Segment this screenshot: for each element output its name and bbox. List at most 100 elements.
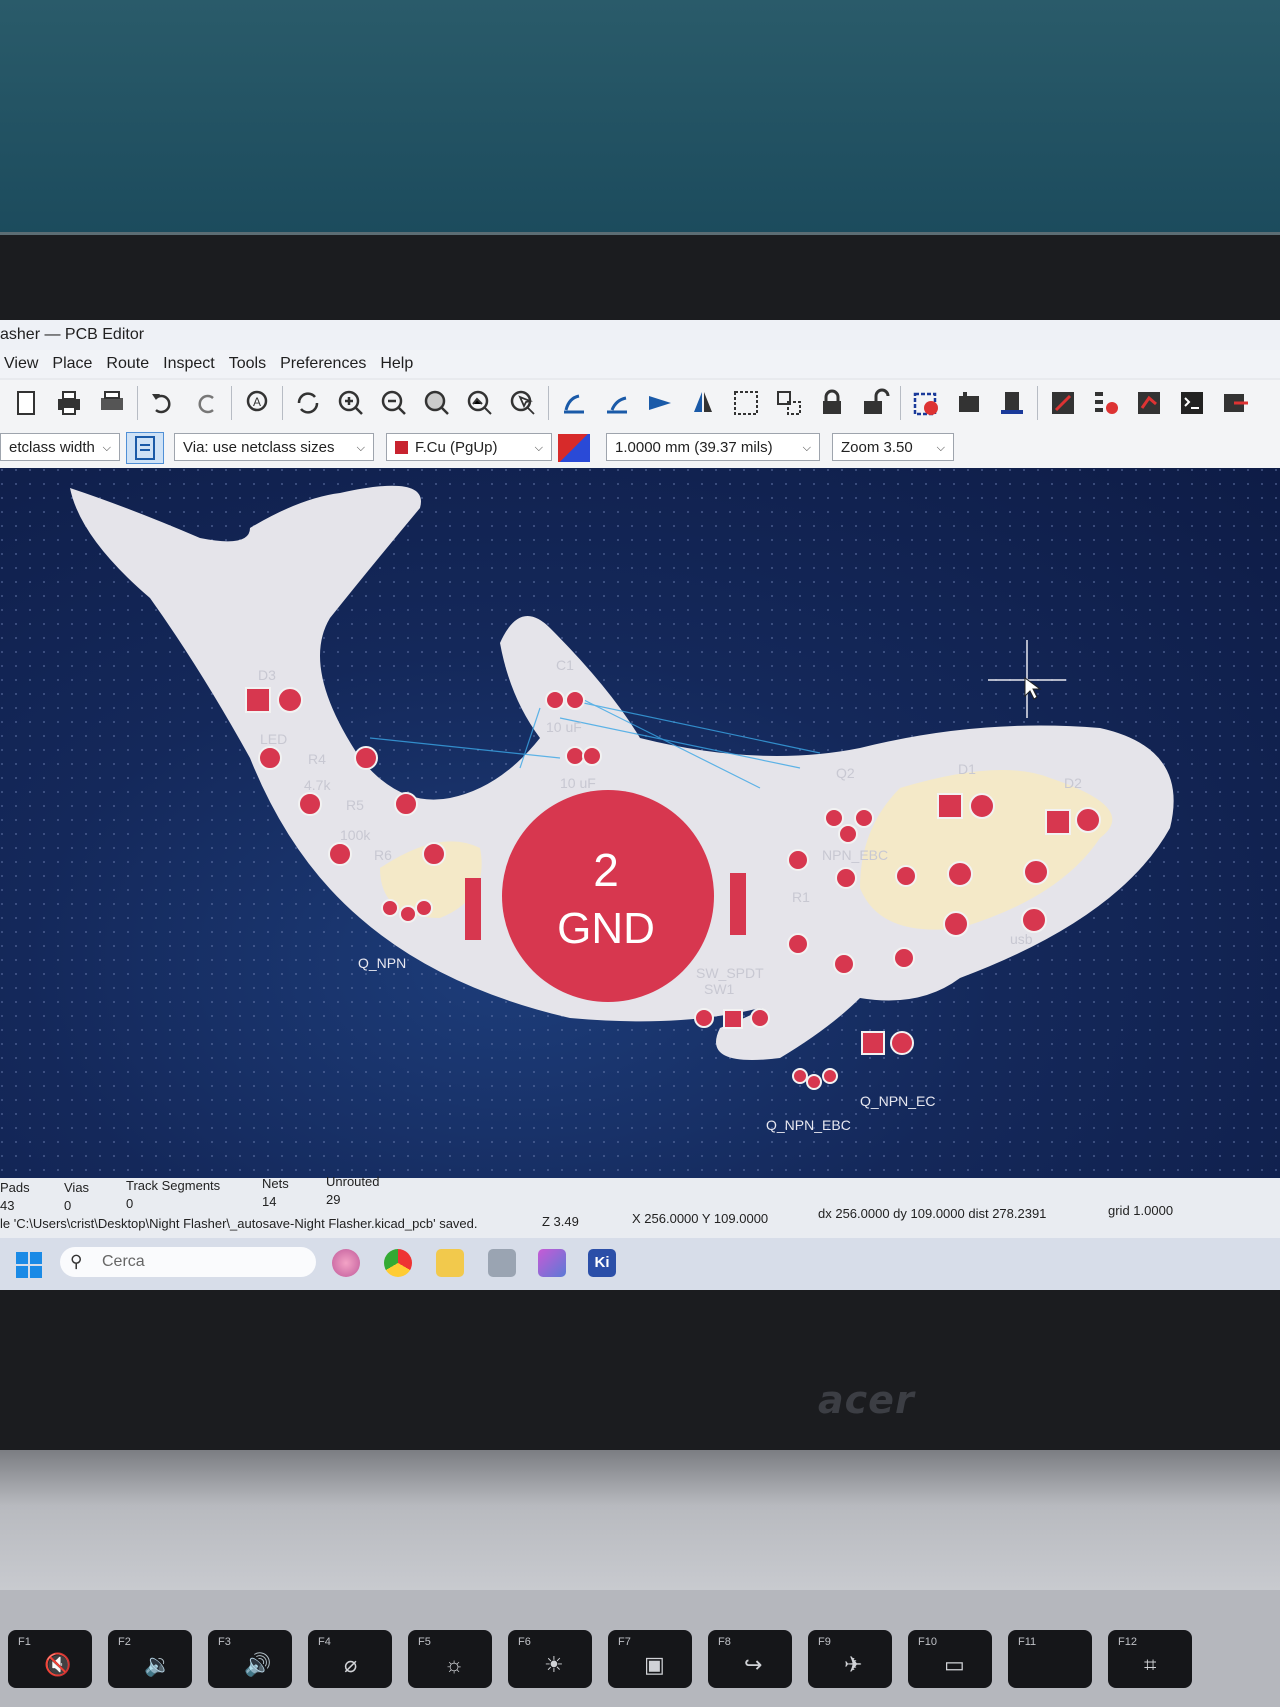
file-explorer-icon[interactable] — [436, 1249, 464, 1277]
redo-icon[interactable] — [186, 383, 226, 423]
kicad-taskbar-icon[interactable]: Ki — [588, 1249, 616, 1277]
vias-value: 0 — [64, 1198, 72, 1213]
onenote-icon[interactable] — [538, 1249, 566, 1277]
unlock-icon[interactable] — [855, 383, 895, 423]
rotate-ccw-icon[interactable] — [554, 383, 594, 423]
background-wall — [0, 0, 1280, 250]
fkey-f9[interactable]: F9 ✈ — [808, 1630, 892, 1688]
undo-icon[interactable] — [143, 383, 183, 423]
layer-color-swatch — [395, 441, 408, 454]
fkey-f4[interactable]: F4 ⌀ — [308, 1630, 392, 1688]
netclass-sizes-toggle[interactable] — [126, 432, 164, 464]
layer-pair-icon[interactable] — [558, 434, 590, 462]
fkey-label: F7 — [618, 1636, 631, 1648]
flip-icon[interactable] — [640, 383, 680, 423]
pad-number: 2 — [593, 844, 619, 896]
menu-help[interactable]: Help — [376, 355, 423, 373]
zoom-selection-icon[interactable] — [503, 383, 543, 423]
menu-bar: View Place Route Inspect Tools Preferenc… — [0, 350, 1280, 378]
windows-start-icon[interactable] — [16, 1252, 42, 1278]
fkey-label: F2 — [118, 1636, 131, 1648]
footprint-editor-icon[interactable] — [949, 383, 989, 423]
group-icon[interactable] — [726, 383, 766, 423]
plot-icon[interactable] — [92, 383, 132, 423]
designator: R1 — [792, 889, 810, 905]
title-bar: asher — PCB Editor — [0, 320, 1280, 350]
windows-taskbar: ⚲ Cerca Ki — [0, 1238, 1280, 1290]
fkey-f6[interactable]: F6 ☀ — [508, 1630, 592, 1688]
zoom-fit-icon[interactable] — [417, 383, 457, 423]
cursor-position: X 256.0000 Y 109.0000 — [632, 1211, 769, 1226]
menu-place[interactable]: Place — [48, 355, 102, 373]
zoom-objects-icon[interactable] — [460, 383, 500, 423]
unrouted-label: Unrouted — [326, 1174, 380, 1189]
fkey-label: F6 — [518, 1636, 531, 1648]
fkey-f1[interactable]: F1 🔇 — [8, 1630, 92, 1688]
designator: 100k — [340, 827, 371, 843]
acer-logo: acer — [818, 1378, 915, 1422]
selection-toolbar: etclass width ⌵ Via: use netclass sizes ⌵ … — [0, 426, 1280, 468]
rotate-cw-icon[interactable] — [597, 383, 637, 423]
input-icon: ↪ — [744, 1652, 763, 1677]
fkey-f5[interactable]: F5 ☼ — [408, 1630, 492, 1688]
fkey-f3[interactable]: F3 🔊 — [208, 1630, 292, 1688]
zoom-out-icon[interactable] — [374, 383, 414, 423]
screen-bezel-bottom — [0, 1290, 1280, 1450]
track-width-select[interactable]: etclass width ⌵ — [0, 433, 120, 461]
display-switch-icon: ▣ — [644, 1652, 665, 1677]
fkey-label: F9 — [818, 1636, 831, 1648]
designator: R4 — [308, 751, 326, 767]
store-icon[interactable] — [488, 1249, 516, 1277]
chevron-down-icon: ⌵ — [356, 442, 365, 454]
zoom-select[interactable]: Zoom 3.50 ⌵ — [832, 433, 954, 461]
fkey-label: F4 — [318, 1636, 331, 1648]
fkey-label: F8 — [718, 1636, 731, 1648]
battery-gnd-pad[interactable] — [502, 790, 714, 1002]
fkey-f12[interactable]: F12 ⌗ — [1108, 1630, 1192, 1688]
kicad-window: asher — PCB Editor View Place Route Insp… — [0, 320, 1280, 1360]
grid-select[interactable]: 1.0000 mm (39.37 mils) ⌵ — [606, 433, 820, 461]
pcb-canvas[interactable]: 2 GND D3 LED R4 4.7k R5 100k R6 Q_NPN C1… — [0, 468, 1280, 1178]
designator: SW1 — [704, 981, 735, 997]
chrome-icon[interactable] — [384, 1249, 412, 1277]
drc-icon[interactable] — [906, 383, 946, 423]
fkey-f2[interactable]: F2 🔉 — [108, 1630, 192, 1688]
mirror-icon[interactable] — [683, 383, 723, 423]
console-icon[interactable] — [1172, 383, 1212, 423]
fkey-label: F5 — [418, 1636, 431, 1648]
fkey-f10[interactable]: F10 ▭ — [908, 1630, 992, 1688]
menu-inspect[interactable]: Inspect — [159, 355, 225, 373]
zoom-in-icon[interactable] — [331, 383, 371, 423]
designator: NPN_EBC — [822, 847, 888, 863]
new-board-icon[interactable] — [6, 383, 46, 423]
menu-tools[interactable]: Tools — [225, 355, 276, 373]
layer-select[interactable]: F.Cu (PgUp) ⌵ — [386, 433, 552, 461]
menu-preferences[interactable]: Preferences — [276, 355, 376, 373]
menu-route[interactable]: Route — [102, 355, 159, 373]
ungroup-icon[interactable] — [769, 383, 809, 423]
menu-view[interactable]: View — [0, 355, 48, 373]
svg-text:A: A — [253, 395, 261, 409]
brightness-down-icon: ☼ — [444, 1652, 465, 1677]
taskbar-search-input[interactable]: ⚲ Cerca — [60, 1247, 316, 1277]
fkey-label: F12 — [1118, 1636, 1137, 1648]
board-setup-icon[interactable] — [1129, 383, 1169, 423]
firefox-icon[interactable] — [332, 1249, 360, 1277]
designator: D2 — [1064, 775, 1082, 791]
fkey-f8[interactable]: F8 ↪ — [708, 1630, 792, 1688]
battery-side-pad[interactable] — [730, 873, 746, 935]
print-icon[interactable] — [49, 383, 89, 423]
fkey-f7[interactable]: F7 ▣ — [608, 1630, 692, 1688]
via-size-select[interactable]: Via: use netclass sizes ⌵ — [174, 433, 374, 461]
footprint-browser-icon[interactable] — [992, 383, 1032, 423]
fkey-f11[interactable]: F11 — [1008, 1630, 1092, 1688]
find-icon[interactable]: A — [237, 383, 277, 423]
battery-side-pad[interactable] — [465, 878, 481, 940]
mic-mute-icon: ⌀ — [344, 1652, 358, 1677]
scripting-icon[interactable] — [1043, 383, 1083, 423]
refresh-icon[interactable] — [288, 383, 328, 423]
fkey-label: F1 — [18, 1636, 31, 1648]
netlist-icon[interactable] — [1086, 383, 1126, 423]
exit-icon[interactable] — [1215, 383, 1255, 423]
lock-icon[interactable] — [812, 383, 852, 423]
